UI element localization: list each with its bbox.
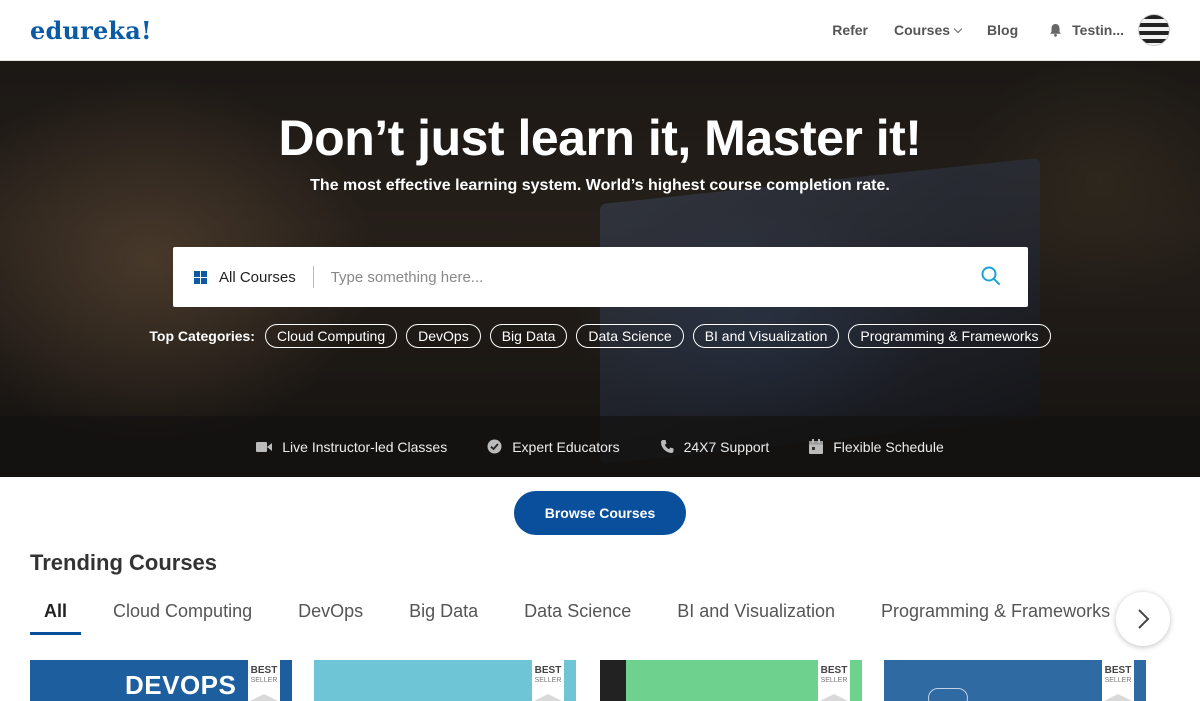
- check-circle-icon: [487, 439, 502, 454]
- calendar-icon: [809, 439, 824, 454]
- top-nav: Refer Courses Blog Testin...: [806, 14, 1170, 46]
- feature-flexible-schedule: Flexible Schedule: [809, 439, 944, 455]
- grid-icon[interactable]: [194, 270, 207, 284]
- hero-subtitle: The most effective learning system. Worl…: [310, 177, 890, 194]
- search-divider: [312, 266, 314, 288]
- category-select[interactable]: All Courses: [219, 269, 296, 286]
- avatar[interactable]: [1138, 14, 1170, 46]
- best-seller-badge: BEST SELLER: [818, 660, 850, 701]
- course-cards: DEVOPS BEST SELLER BEST SELLER BEST SELLER …: [30, 660, 1170, 701]
- best-seller-badge: BEST SELLER: [532, 660, 564, 701]
- hero-banner: Don’t just learn it, Master it! The most…: [0, 61, 1200, 477]
- feature-expert-educators: Expert Educators: [487, 438, 620, 455]
- feature-label: Expert Educators: [512, 438, 620, 455]
- card-thumbnail-shape: [928, 688, 968, 701]
- category-pill-big-data[interactable]: Big Data: [489, 324, 568, 348]
- feature-live-classes: Live Instructor-led Classes: [256, 439, 447, 455]
- feature-label: Live Instructor-led Classes: [282, 438, 448, 455]
- tabs-next-button[interactable]: [1116, 592, 1170, 646]
- category-pill-data-science[interactable]: Data Science: [576, 324, 684, 348]
- category-pill-devops[interactable]: DevOps: [406, 324, 481, 348]
- course-card[interactable]: BEST SELLER: [600, 660, 862, 701]
- nav-courses-dropdown[interactable]: Courses: [894, 22, 963, 38]
- user-menu[interactable]: Testin...: [1072, 22, 1124, 38]
- course-card[interactable]: BEST SELLER: [884, 660, 1146, 701]
- nav-blog-label: Blog: [987, 22, 1019, 38]
- chevron-right-icon: [1138, 609, 1150, 629]
- nav-blog-link[interactable]: Blog: [987, 22, 1018, 38]
- search-icon[interactable]: [980, 265, 1002, 287]
- tab-bi-visualization[interactable]: BI and Visualization: [677, 601, 835, 635]
- bell-icon[interactable]: [1048, 23, 1062, 37]
- feature-support: 24X7 Support: [660, 438, 770, 455]
- video-camera-icon: [256, 441, 273, 452]
- nav-refer-label: Refer: [832, 22, 868, 38]
- category-pill-bi-visualization[interactable]: BI and Visualization: [692, 324, 840, 348]
- category-pill-cloud-computing[interactable]: Cloud Computing: [264, 324, 398, 348]
- user-name-label: Testin...: [1072, 22, 1124, 38]
- search-input[interactable]: [330, 268, 931, 286]
- top-categories-label: Top Categories:: [149, 328, 255, 344]
- tab-data-science[interactable]: Data Science: [524, 601, 631, 635]
- tab-cloud-computing[interactable]: Cloud Computing: [113, 601, 252, 635]
- hero-title: Don’t just learn it, Master it!: [278, 110, 922, 166]
- course-card-devops[interactable]: DEVOPS BEST SELLER: [30, 660, 292, 701]
- browse-courses-button[interactable]: Browse Courses: [514, 491, 686, 535]
- tab-programming-frameworks[interactable]: Programming & Frameworks: [881, 601, 1110, 635]
- card-thumbnail-edge: [600, 660, 626, 701]
- trending-courses-title: Trending Courses: [30, 550, 218, 575]
- top-header: edureka! Refer Courses Blog Testin...: [0, 0, 1200, 61]
- card-title: DEVOPS: [125, 670, 237, 700]
- course-card[interactable]: BEST SELLER: [314, 660, 576, 701]
- category-pill-programming-frameworks[interactable]: Programming & Frameworks: [848, 324, 1051, 348]
- best-seller-badge: BEST SELLER: [248, 660, 280, 701]
- edureka-logo[interactable]: edureka!: [30, 16, 152, 45]
- nav-refer-link[interactable]: Refer: [832, 22, 868, 38]
- tab-all[interactable]: All: [30, 601, 82, 635]
- course-search-bar: All Courses: [173, 247, 1028, 307]
- nav-courses-label: Courses: [894, 22, 951, 38]
- feature-label: Flexible Schedule: [833, 438, 944, 455]
- top-categories: Top Categories: Cloud Computing DevOps B…: [0, 324, 1200, 348]
- features-strip: Live Instructor-led Classes Expert Educa…: [0, 416, 1200, 477]
- chevron-down-icon: [953, 24, 963, 33]
- phone-icon: [660, 440, 674, 453]
- tab-big-data[interactable]: Big Data: [409, 601, 478, 635]
- feature-label: 24X7 Support: [683, 438, 770, 455]
- trending-tabs: All Cloud Computing DevOps Big Data Data…: [30, 601, 1130, 635]
- best-seller-badge: BEST SELLER: [1102, 660, 1134, 701]
- tab-devops[interactable]: DevOps: [298, 601, 363, 635]
